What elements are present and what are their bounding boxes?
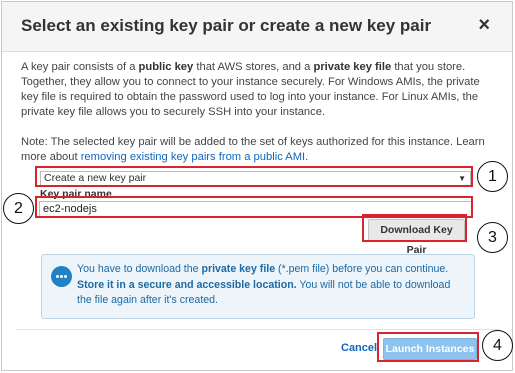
callout-2: 2 [3,193,34,224]
remove-key-pairs-link[interactable]: removing existing key pairs from a publi… [81,151,305,163]
callout-3: 3 [477,222,508,253]
callout-4: 4 [482,330,513,361]
intro-text: A key pair consists of a public key that… [21,61,480,118]
close-icon[interactable]: × [478,15,490,35]
download-key-pair-button[interactable]: Download Key Pair [368,219,465,256]
footer-divider [16,329,500,330]
dropdown-caret-icon: ▼ [458,174,466,183]
chat-bubble-icon [51,266,72,287]
callout-1: 1 [477,161,508,192]
note-text: Note: The selected key pair will be adde… [21,136,485,163]
key-pair-option-select[interactable]: Create a new key pair ▼ [40,171,471,186]
key-pair-dialog: Select an existing key pair or create a … [1,1,513,371]
key-pair-name-label: Key pair name [40,188,112,200]
info-alert-text: You have to download the private key fil… [77,263,451,306]
select-value: Create a new key pair [44,172,147,184]
launch-instances-button[interactable]: Launch Instances [383,338,477,360]
info-alert: You have to download the private key fil… [41,254,475,319]
cancel-button[interactable]: Cancel [341,342,377,354]
dialog-title: Select an existing key pair or create a … [21,16,432,35]
dialog-header: Select an existing key pair or create a … [2,2,512,52]
key-pair-name-input[interactable]: ec2-nodejs [39,201,473,218]
